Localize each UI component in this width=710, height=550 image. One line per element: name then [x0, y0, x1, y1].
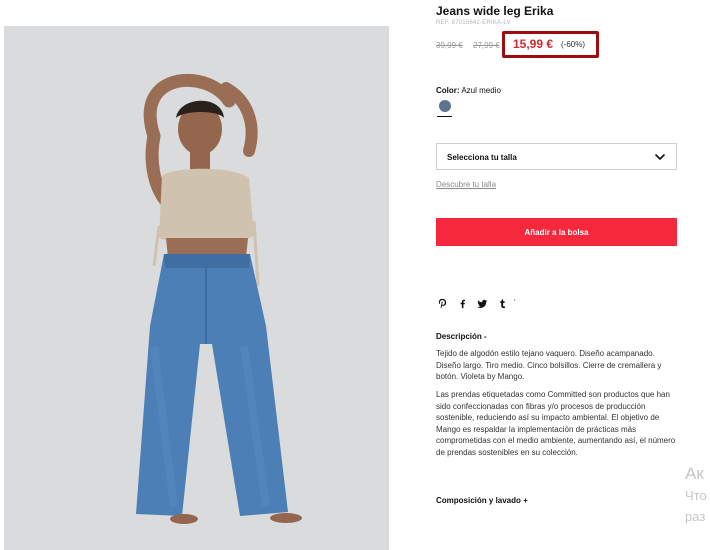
pinterest-icon[interactable]: [436, 297, 448, 309]
color-label: Color:: [436, 86, 460, 95]
composition-toggle[interactable]: Composición y lavado +: [436, 496, 528, 505]
description-toggle[interactable]: Descripción -: [436, 332, 487, 341]
activation-watermark-line-1: Ак: [685, 464, 704, 483]
description-paragraph-2: Las prendas etiquetadas como Committed s…: [436, 390, 676, 457]
current-price-highlight: 15,99 € (-60%): [502, 31, 599, 58]
twitter-icon[interactable]: [476, 297, 488, 309]
social-more-indicator: ': [514, 298, 516, 307]
current-price: 15,99 €: [513, 37, 554, 51]
activation-watermark-line-2: Что: [685, 488, 707, 503]
tumblr-icon[interactable]: [496, 297, 508, 309]
selected-swatch-indicator: [437, 116, 452, 117]
size-select-label: Selecciona tu talla: [447, 153, 517, 162]
previous-price: 27,99 €: [473, 41, 500, 50]
facebook-icon[interactable]: [456, 297, 468, 309]
size-select[interactable]: Selecciona tu talla: [436, 143, 677, 170]
activation-watermark-line-3: раз: [685, 509, 706, 524]
model-illustration: [4, 26, 389, 550]
color-value: Azul medio: [461, 86, 501, 95]
product-reference: REF. 87015642-ERIKA-LV: [436, 20, 511, 26]
color-info: Color: Azul medio: [436, 86, 501, 95]
discount-badge: (-60%): [561, 40, 586, 49]
description-paragraph-1: Tejido de algodón estilo tejano vaquero.…: [436, 349, 662, 381]
social-share: ': [436, 296, 516, 310]
product-title: Jeans wide leg Erika: [436, 4, 554, 18]
add-to-bag-button[interactable]: Añadir a la bolsa: [436, 218, 677, 246]
size-guide-link[interactable]: Descubre tu talla: [436, 180, 496, 189]
product-image[interactable]: [4, 26, 389, 550]
color-swatch-azul-medio[interactable]: [439, 100, 451, 112]
chevron-down-icon: [655, 154, 665, 160]
original-price: 39,99 €: [436, 41, 463, 50]
